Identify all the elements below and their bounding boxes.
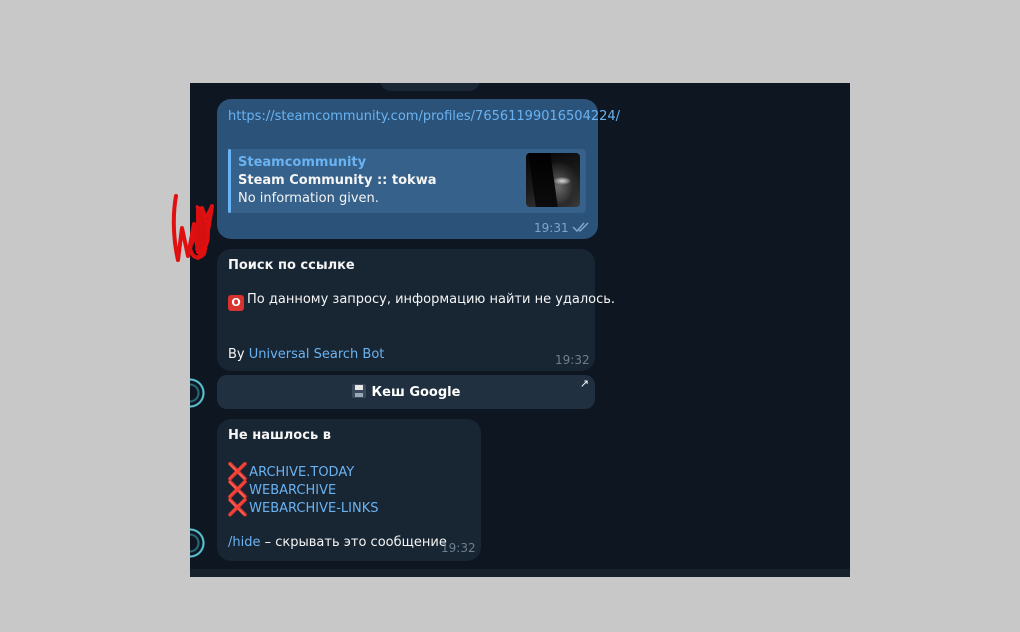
google-cache-button[interactable]: Кеш Google ↗ <box>217 375 595 409</box>
message-time: 19:32 <box>555 353 590 367</box>
composer-edge <box>190 569 850 577</box>
archive-link-webarchive-links[interactable]: WEBARCHIVE-LINKS <box>249 501 378 516</box>
red-cross-icon: ❌ <box>227 462 249 482</box>
message-time: 19:31 <box>534 221 569 235</box>
message-heading: Не нашлось в <box>228 428 331 443</box>
message-time: 19:32 <box>441 541 476 555</box>
message-link[interactable]: https://steamcommunity.com/profiles/7656… <box>228 109 620 124</box>
message-heading: Поиск по ссылке <box>228 258 355 273</box>
bot-avatar[interactable] <box>190 526 207 560</box>
external-arrow-icon: ↗ <box>579 377 589 390</box>
bot-avatar[interactable] <box>190 376 207 410</box>
stop-sign-icon: O <box>228 295 244 311</box>
preview-description: No information given. <box>238 191 379 206</box>
outgoing-link-message[interactable]: https://steamcommunity.com/profiles/7656… <box>217 99 620 239</box>
preview-accent-bar <box>228 149 231 213</box>
preview-site-name: Steamcommunity <box>238 155 367 170</box>
hide-text: – скрывать это сообщение <box>260 535 447 550</box>
archive-link-webarchive[interactable]: WEBARCHIVE <box>249 483 336 498</box>
preview-thumbnail[interactable] <box>526 153 580 207</box>
double-check-icon <box>572 222 589 233</box>
bot-name-link[interactable]: Universal Search Bot <box>249 347 385 362</box>
floppy-disk-icon <box>351 384 366 398</box>
search-result-text: По данному запросу, информацию найти не … <box>247 292 616 307</box>
incoming-archive-message[interactable]: Не нашлось в ❌ARCHIVE.TODAY ❌WEBARCHIVE … <box>217 419 481 561</box>
google-cache-label: Кеш Google <box>371 385 461 400</box>
preview-title: Steam Community :: tokwa <box>238 173 437 188</box>
red-cross-icon: ❌ <box>227 498 249 518</box>
hide-line: /hide – скрывать это сообщение <box>228 535 447 550</box>
search-result-line: O По данному запросу, информацию найти не… <box>228 292 615 311</box>
bot-attribution: By Universal Search Bot <box>228 347 384 362</box>
by-prefix: By <box>228 347 249 362</box>
chat-area: https://steamcommunity.com/profiles/7656… <box>190 83 850 577</box>
link-preview[interactable]: Steamcommunity Steam Community :: tokwa … <box>228 149 586 213</box>
red-cross-icon: ❌ <box>227 480 249 500</box>
date-pill <box>380 83 480 91</box>
archive-link-today[interactable]: ARCHIVE.TODAY <box>249 465 354 480</box>
archive-item: ❌WEBARCHIVE-LINKS <box>227 498 379 518</box>
incoming-search-message[interactable]: Поиск по ссылке O По данному запросу, инф… <box>217 249 615 371</box>
archive-item: ❌WEBARCHIVE <box>227 480 336 500</box>
red-scribble-annotation <box>171 194 214 262</box>
hide-command-link[interactable]: /hide <box>228 535 260 550</box>
archive-item: ❌ARCHIVE.TODAY <box>227 462 354 482</box>
